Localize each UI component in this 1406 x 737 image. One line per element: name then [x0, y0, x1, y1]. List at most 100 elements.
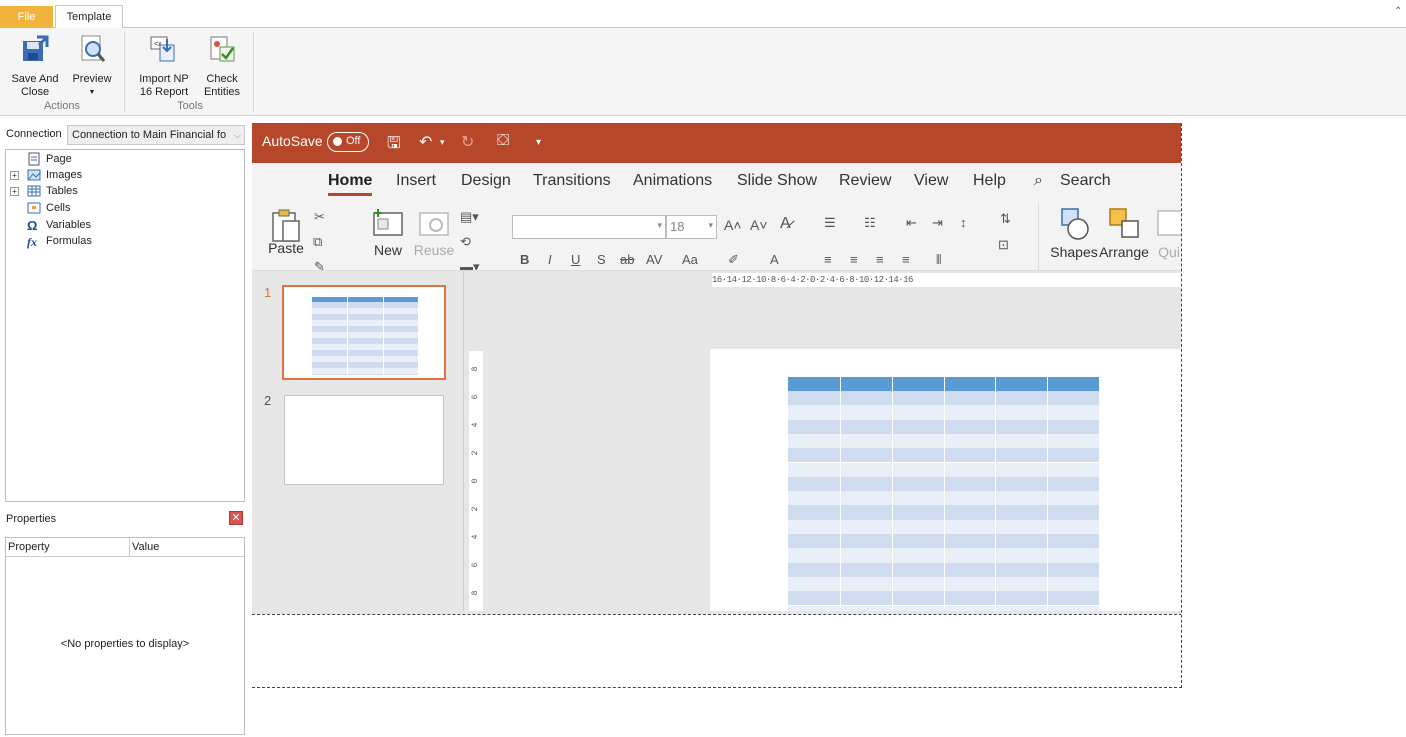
tab-review[interactable]: Review	[839, 172, 891, 190]
thumbnail-table	[312, 297, 418, 375]
shadow-icon[interactable]: S	[597, 252, 606, 267]
tab-slide-show[interactable]: Slide Show	[737, 172, 817, 190]
reuse-label: Reuse	[413, 242, 455, 258]
clear-formatting-icon[interactable]: A̷	[780, 215, 791, 233]
table-column-divider	[383, 297, 384, 375]
check-entities-button[interactable]: Check Entities	[198, 33, 246, 99]
slide-thumbnails-pane: 1 2	[252, 271, 464, 611]
file-tab[interactable]: File	[0, 6, 53, 28]
group-tools-label: Tools	[177, 100, 203, 112]
expand-icon[interactable]: +	[10, 171, 19, 180]
line-spacing-icon[interactable]: ↕	[960, 215, 967, 230]
properties-header: Properties ✕	[0, 508, 248, 530]
svg-text:2: 2	[471, 450, 480, 455]
vertical-ruler: 8 6 4 2 0 2 4 6 8	[469, 351, 483, 611]
properties-grid: Property Value <No properties to display…	[5, 537, 245, 735]
connection-select[interactable]: Connection to Main Financial fo ⌵	[67, 125, 245, 145]
column-value[interactable]: Value	[132, 541, 159, 553]
properties-title: Properties	[6, 513, 57, 525]
align-left-icon[interactable]: ≡	[824, 252, 832, 267]
close-icon[interactable]: ✕	[229, 511, 243, 525]
column-property[interactable]: Property	[8, 541, 50, 553]
underline-icon[interactable]: U	[571, 252, 580, 267]
align-right-icon[interactable]: ≡	[876, 252, 884, 267]
ppt-tab-bar: Home Insert Design Transitions Animation…	[252, 163, 1181, 203]
quick-styles-button[interactable]: Qui	[1154, 207, 1181, 260]
text-direction-icon[interactable]: ⇅	[1000, 211, 1011, 227]
fx-icon: fx	[27, 235, 37, 249]
reset-icon[interactable]: ⟲	[460, 234, 471, 250]
numbering-icon[interactable]: ☷	[864, 215, 876, 231]
save-icon[interactable]: 🖫	[387, 132, 401, 159]
tab-design[interactable]: Design	[461, 172, 511, 190]
highlight-icon[interactable]: ✐	[728, 252, 739, 268]
undo-dropdown-icon[interactable]: ▾	[440, 137, 445, 148]
group-separator	[1038, 203, 1039, 270]
import-np16-button[interactable]: <x Import NP 16 Report	[134, 33, 194, 99]
slide-thumbnail-1[interactable]	[282, 285, 446, 380]
undo-icon[interactable]: ↶	[419, 132, 432, 152]
slide-thumbnail-2[interactable]	[284, 395, 444, 485]
strikethrough-icon[interactable]: ab	[620, 252, 634, 267]
svg-text:2: 2	[471, 506, 480, 511]
copy-icon[interactable]: ⧉	[313, 234, 322, 250]
tab-view[interactable]: View	[914, 172, 948, 190]
change-case-icon[interactable]: Aa	[682, 252, 698, 267]
search-icon[interactable]: ⌕	[1034, 172, 1043, 190]
table-row	[312, 374, 418, 375]
bold-icon[interactable]: B	[520, 252, 529, 267]
customize-qat-icon[interactable]: ▾	[536, 137, 541, 148]
shrink-font-icon[interactable]: A˅	[750, 217, 768, 233]
shapes-button[interactable]: Shapes	[1050, 207, 1098, 260]
import-label-1: Import NP	[139, 73, 189, 85]
char-spacing-icon[interactable]: AV	[646, 252, 662, 267]
svg-text:6: 6	[471, 562, 480, 567]
italic-icon[interactable]: I	[548, 252, 552, 267]
connection-row: Connection Connection to Main Financial …	[0, 123, 250, 147]
font-size-input[interactable]: 18 ▾	[666, 215, 717, 239]
section-icon[interactable]: ▬▾	[460, 259, 480, 270]
check-label-1: Check	[206, 73, 238, 85]
collapse-ribbon-icon[interactable]: ⌃	[1394, 6, 1404, 17]
columns-icon[interactable]: ⫴	[936, 252, 941, 268]
notes-area[interactable]	[252, 614, 1181, 687]
tab-transitions[interactable]: Transitions	[533, 172, 611, 190]
autosave-toggle[interactable]: Off	[327, 132, 369, 152]
align-center-icon[interactable]: ≡	[850, 252, 858, 267]
justify-icon[interactable]: ≡	[902, 252, 910, 267]
slide-canvas[interactable]	[710, 349, 1181, 611]
tab-insert[interactable]: Insert	[396, 172, 436, 190]
tab-animations[interactable]: Animations	[633, 172, 712, 190]
expand-icon[interactable]: +	[10, 187, 19, 196]
format-painter-icon[interactable]: ✎	[314, 259, 325, 270]
decrease-indent-icon[interactable]: ⇤	[906, 215, 917, 231]
bullets-icon[interactable]: ☰	[824, 215, 836, 231]
save-and-close-button[interactable]: Save And Close	[8, 33, 62, 99]
align-text-icon[interactable]: ⊡	[998, 237, 1009, 253]
template-tab[interactable]: Template	[55, 5, 123, 29]
reuse-slides-icon	[419, 212, 449, 236]
present-icon[interactable]: ⛋	[497, 132, 509, 150]
font-color-icon[interactable]: A	[770, 252, 779, 267]
arrange-label: Arrange	[1099, 244, 1149, 260]
table-column-divider	[995, 377, 996, 611]
paste-button[interactable]: Paste	[266, 207, 306, 256]
new-slide-button[interactable]: New	[366, 207, 410, 258]
arrange-button[interactable]: Arrange	[1098, 207, 1150, 260]
increase-indent-icon[interactable]: ⇥	[932, 215, 943, 231]
quick-styles-label: Qui	[1158, 244, 1180, 260]
font-name-input[interactable]: ▾	[512, 215, 666, 239]
svg-text:4: 4	[471, 422, 480, 427]
search-label[interactable]: Search	[1060, 172, 1111, 190]
grow-font-icon[interactable]: A˄	[724, 217, 742, 233]
cut-icon[interactable]: ✂	[314, 209, 325, 225]
preview-button[interactable]: Preview ▼	[68, 33, 116, 99]
new-slide-label: New	[373, 242, 402, 258]
layout-icon[interactable]: ▤▾	[460, 209, 479, 225]
omega-icon: Ω	[27, 218, 38, 233]
slide-table[interactable]	[788, 377, 1099, 611]
tab-help[interactable]: Help	[973, 172, 1006, 190]
import-report-icon: <x	[150, 36, 175, 62]
tables-icon	[27, 185, 41, 197]
tab-home[interactable]: Home	[328, 172, 373, 196]
